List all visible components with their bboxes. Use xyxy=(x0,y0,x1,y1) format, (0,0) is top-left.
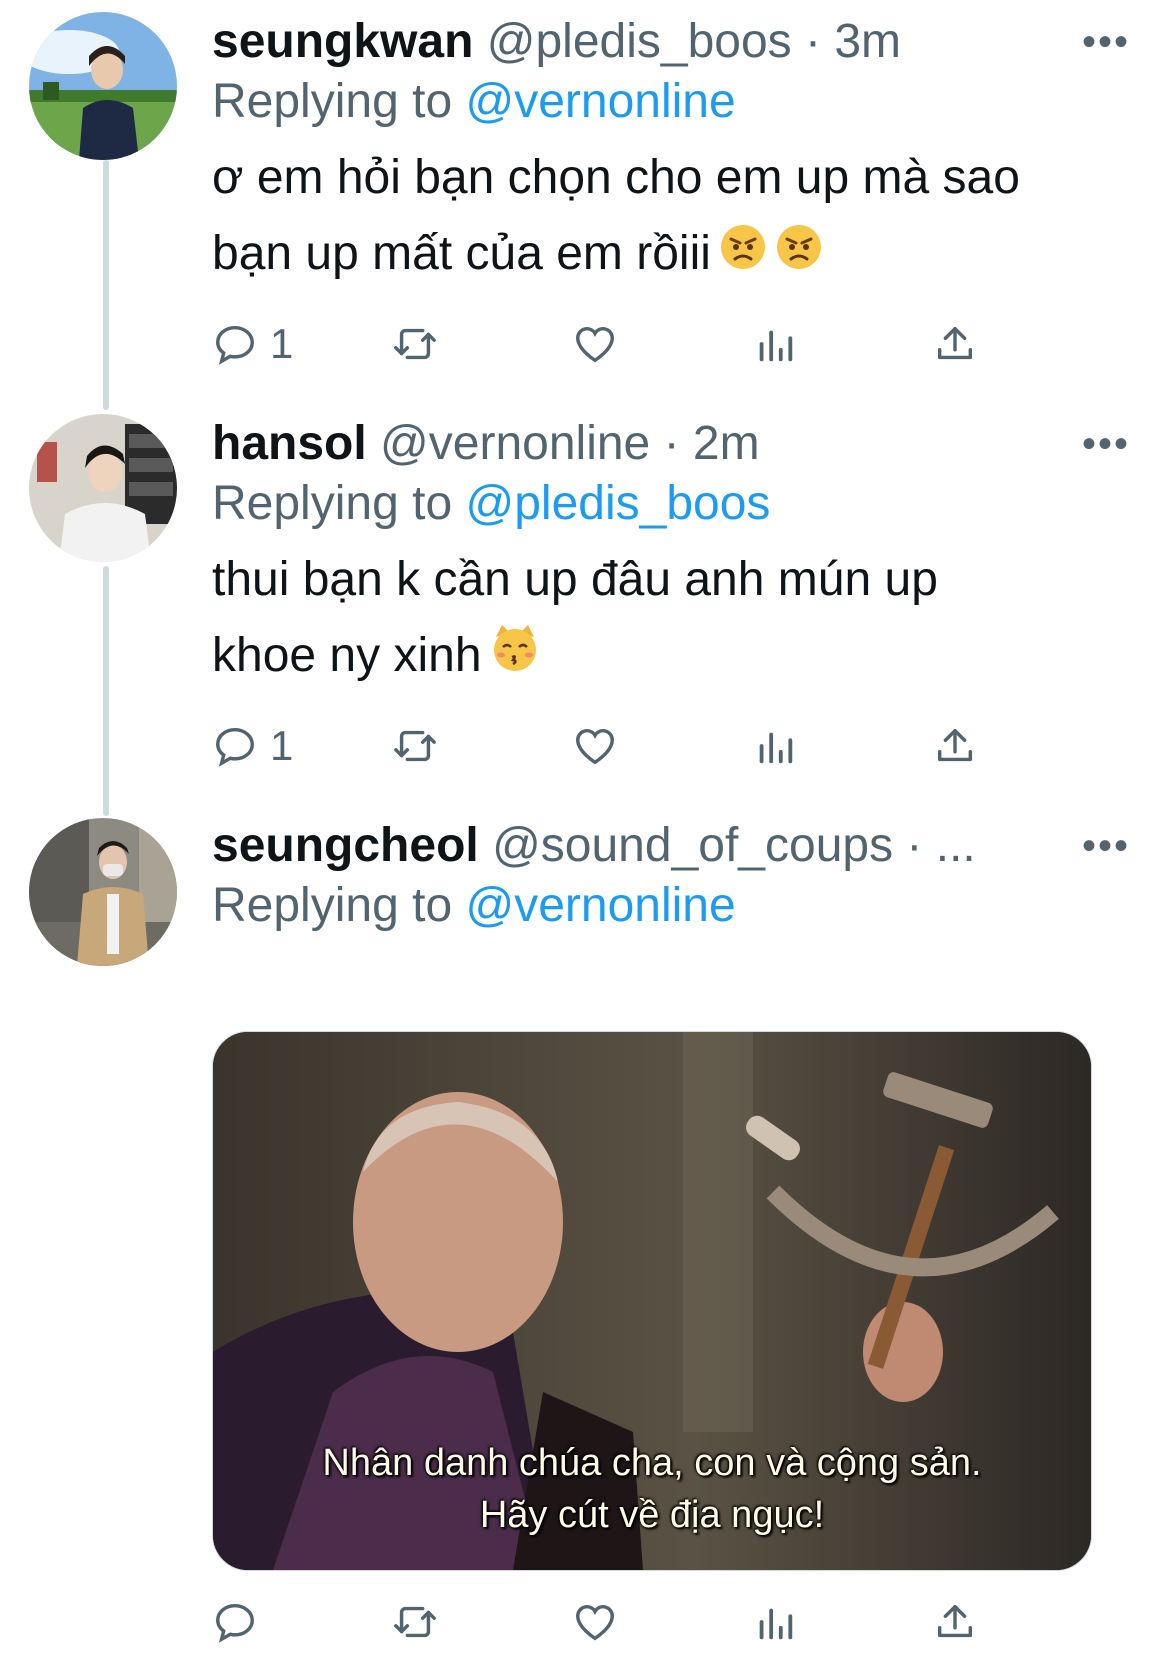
tweet-header: seungkwan @pledis_boos · 3m xyxy=(212,14,1130,70)
display-name[interactable]: seungkwan xyxy=(212,15,473,68)
tweet-text-line: ơ em hỏi bạn chọn cho em up mà sao xyxy=(212,151,1020,204)
like-button[interactable] xyxy=(572,1592,618,1652)
media-caption-line: Hãy cút về địa ngục! xyxy=(479,1494,825,1536)
share-icon xyxy=(937,326,973,360)
tweet-actions: 1 xyxy=(212,716,1032,776)
replying-prefix: Replying to xyxy=(212,477,466,530)
replying-to-link[interactable]: @vernonline xyxy=(465,879,735,932)
media-caption-line: Nhân danh chúa cha, con và cộng sản. xyxy=(322,1442,982,1484)
reply-button[interactable] xyxy=(212,1592,270,1652)
share-icon xyxy=(937,728,973,762)
tweet-text: ơ em hỏi bạn chọn cho em up mà sao bạn u… xyxy=(212,140,1142,294)
tweet-text-line: khoe ny xinh xyxy=(212,629,482,682)
display-name[interactable]: hansol xyxy=(212,417,367,470)
tweet-header: seungcheol @sound_of_coups · ... xyxy=(212,818,1040,874)
like-button[interactable] xyxy=(572,716,618,776)
reply-button[interactable]: 1 xyxy=(212,314,293,374)
more-icon[interactable]: ••• xyxy=(1082,22,1130,62)
replying-to-link[interactable]: @pledis_boos xyxy=(465,477,770,530)
retweet-icon xyxy=(394,1606,436,1638)
views-button[interactable] xyxy=(752,1592,798,1652)
like-icon xyxy=(576,1604,614,1641)
tweet-text-line-wrap: bạn up mất của em rồiii xyxy=(212,216,1142,294)
like-icon xyxy=(576,326,614,363)
tweet-text-line: bạn up mất của em rồiii xyxy=(212,227,711,280)
views-icon xyxy=(759,732,793,764)
replying-prefix: Replying to xyxy=(212,75,466,128)
display-name[interactable]: seungcheol xyxy=(212,819,479,872)
reply-button[interactable]: 1 xyxy=(212,716,293,776)
thread-line xyxy=(103,566,109,816)
avatar[interactable] xyxy=(29,414,177,562)
tweet-text: thui bạn k cần up đâu anh mún up khoe ny… xyxy=(212,542,1142,696)
views-button[interactable] xyxy=(752,314,798,374)
like-icon xyxy=(576,728,614,765)
avatar[interactable] xyxy=(29,818,177,966)
tweet-header: hansol @vernonline · 2m xyxy=(212,416,1130,472)
avatar[interactable] xyxy=(29,12,177,160)
replying-to-link[interactable]: @vernonline xyxy=(465,75,735,128)
more-icon[interactable]: ••• xyxy=(1082,424,1130,464)
reply-count: 1 xyxy=(270,722,294,769)
tweet-text-line: thui bạn k cần up đâu anh mún up xyxy=(212,553,938,606)
views-icon xyxy=(759,1608,793,1640)
tweet-media-image[interactable]: Nhân danh chúa cha, con và cộng sản. Hãy… xyxy=(212,1031,1092,1571)
angry-face-emoji xyxy=(775,218,823,294)
replying-to: Replying to @vernonline xyxy=(212,876,736,936)
handle-timestamp: @sound_of_coups · ... xyxy=(492,819,976,872)
replying-prefix: Replying to xyxy=(212,879,466,932)
retweet-button[interactable] xyxy=(392,1592,438,1652)
retweet-button[interactable] xyxy=(392,716,438,776)
reply-icon xyxy=(216,727,254,767)
retweet-icon xyxy=(394,730,436,762)
reply-icon xyxy=(216,1603,254,1643)
replying-to: Replying to @pledis_boos xyxy=(212,474,770,534)
share-button[interactable] xyxy=(932,716,978,776)
handle-timestamp: @pledis_boos · 3m xyxy=(486,15,902,68)
thread-line xyxy=(103,160,109,410)
retweet-button[interactable] xyxy=(392,314,438,374)
reply-icon xyxy=(216,325,254,365)
replying-to: Replying to @vernonline xyxy=(212,72,736,132)
tweet-actions: 1 xyxy=(212,314,1032,374)
angry-face-emoji xyxy=(719,218,767,294)
tweet-actions xyxy=(212,1592,1032,1652)
share-icon xyxy=(937,1604,973,1638)
handle-timestamp: @vernonline · 2m xyxy=(380,417,760,470)
views-button[interactable] xyxy=(752,716,798,776)
share-button[interactable] xyxy=(932,1592,978,1652)
more-icon[interactable]: ••• xyxy=(1082,826,1130,866)
like-button[interactable] xyxy=(572,314,618,374)
kissing-cat-emoji xyxy=(490,620,540,696)
reply-count: 1 xyxy=(270,320,294,367)
views-icon xyxy=(759,330,793,362)
retweet-icon xyxy=(394,328,436,360)
share-button[interactable] xyxy=(932,314,978,374)
tweet-text-line-wrap: khoe ny xinh xyxy=(212,618,1142,696)
